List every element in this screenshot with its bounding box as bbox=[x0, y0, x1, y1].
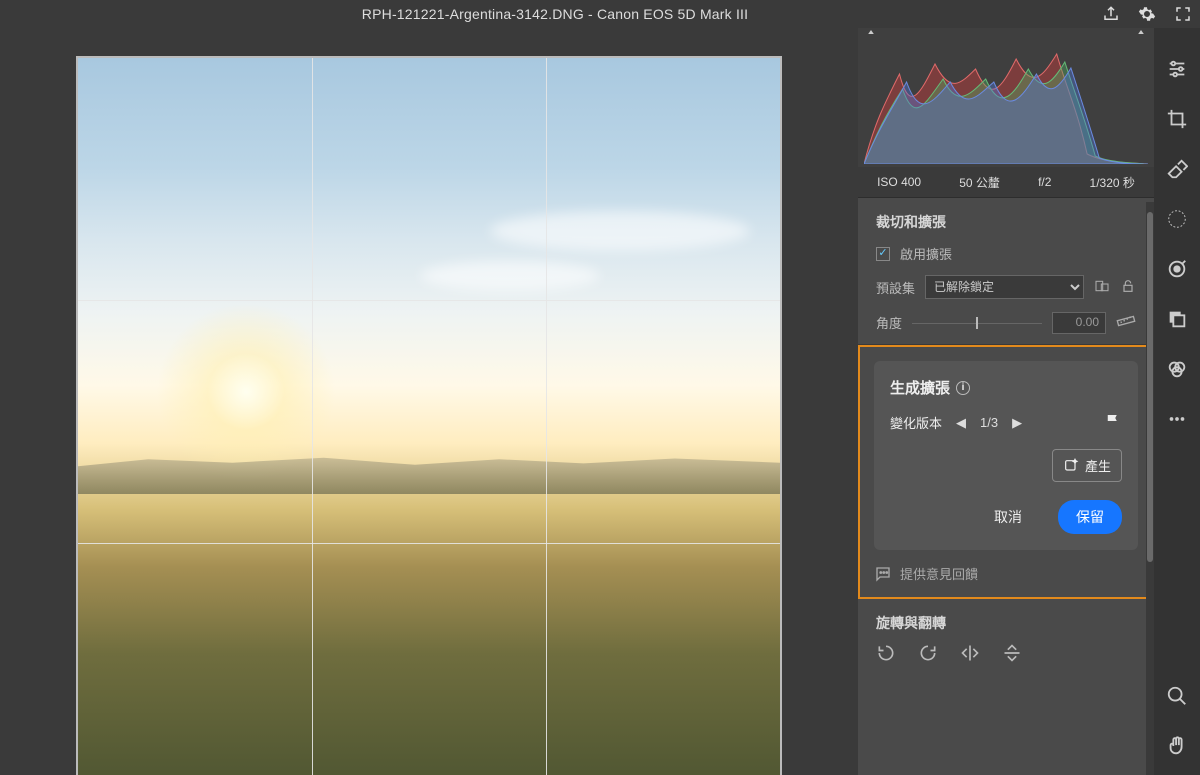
grid-line bbox=[78, 543, 780, 544]
meta-iso: ISO 400 bbox=[877, 175, 921, 189]
eraser-icon[interactable] bbox=[1166, 158, 1188, 180]
rotate-cw-icon[interactable] bbox=[918, 643, 938, 666]
sparkle-icon bbox=[1063, 458, 1079, 474]
generative-expand-card: 生成擴張 i 變化版本 ◀ 1/3 ▶ bbox=[874, 361, 1138, 550]
gear-icon[interactable] bbox=[1138, 5, 1156, 23]
grid-line bbox=[546, 58, 547, 775]
keep-button[interactable]: 保留 bbox=[1058, 500, 1122, 534]
angle-label: 角度 bbox=[876, 313, 902, 332]
histogram[interactable] bbox=[864, 34, 1148, 164]
meta-shutter: 1/320 秒 bbox=[1090, 174, 1135, 191]
sliders-icon[interactable] bbox=[1166, 58, 1188, 80]
rotate-ccw-icon[interactable] bbox=[876, 643, 896, 666]
feedback-link[interactable]: 提供意見回饋 bbox=[874, 564, 1138, 583]
feedback-label: 提供意見回饋 bbox=[900, 564, 978, 583]
next-variation-icon[interactable]: ▶ bbox=[1012, 415, 1022, 431]
image-canvas-area[interactable] bbox=[0, 28, 858, 775]
export-icon[interactable] bbox=[1102, 5, 1120, 23]
rotate-flip-section: 旋轉與翻轉 bbox=[858, 599, 1154, 666]
tool-strip bbox=[1154, 28, 1200, 775]
variation-label: 變化版本 bbox=[890, 413, 942, 432]
gen-expand-title: 生成擴張 bbox=[890, 377, 950, 398]
cancel-button[interactable]: 取消 bbox=[976, 500, 1040, 534]
angle-slider[interactable] bbox=[912, 319, 1042, 327]
angle-value[interactable]: 0.00 bbox=[1052, 312, 1106, 334]
variation-counter: 1/3 bbox=[980, 415, 998, 430]
radial-mask-icon[interactable] bbox=[1166, 208, 1188, 230]
color-grading-icon[interactable] bbox=[1166, 358, 1188, 380]
info-icon[interactable]: i bbox=[956, 381, 970, 395]
generative-expand-highlight: 生成擴張 i 變化版本 ◀ 1/3 ▶ bbox=[858, 345, 1154, 599]
fullscreen-icon[interactable] bbox=[1174, 5, 1192, 23]
straighten-icon[interactable] bbox=[1116, 311, 1136, 334]
scrollbar-thumb[interactable] bbox=[1147, 212, 1153, 562]
generate-label: 產生 bbox=[1085, 456, 1111, 475]
right-panel: ISO 400 50 公釐 f/2 1/320 秒 裁切和擴張 啟用擴張 預設集 bbox=[858, 28, 1154, 775]
crop-tool-icon[interactable] bbox=[1166, 108, 1188, 130]
preset-label: 預設集 bbox=[876, 278, 915, 297]
chat-icon bbox=[874, 565, 892, 583]
more-icon[interactable] bbox=[1166, 408, 1188, 430]
crop-frame[interactable] bbox=[76, 56, 782, 775]
aspect-preset-select[interactable]: 已解除鎖定 bbox=[925, 275, 1084, 299]
crop-expand-section: 裁切和擴張 啟用擴張 預設集 已解除鎖定 bbox=[858, 198, 1154, 345]
redeye-icon[interactable] bbox=[1166, 258, 1188, 280]
enable-expand-checkbox[interactable] bbox=[876, 247, 890, 261]
section-title: 裁切和擴張 bbox=[876, 212, 946, 232]
window-titlebar: RPH-121221-Argentina-3142.DNG - Canon EO… bbox=[0, 0, 1200, 28]
flip-vertical-icon[interactable] bbox=[1002, 643, 1022, 666]
swap-orientation-icon[interactable] bbox=[1094, 278, 1110, 297]
prev-variation-icon[interactable]: ◀ bbox=[956, 415, 966, 431]
flag-icon[interactable] bbox=[1104, 412, 1122, 433]
flip-horizontal-icon[interactable] bbox=[960, 643, 980, 666]
enable-expand-label: 啟用擴張 bbox=[900, 244, 952, 263]
panel-scrollbar[interactable] bbox=[1146, 202, 1154, 775]
document-title: RPH-121221-Argentina-3142.DNG - Canon EO… bbox=[8, 6, 1102, 22]
grid-line bbox=[312, 58, 313, 775]
grid-line bbox=[78, 300, 780, 301]
generate-button[interactable]: 產生 bbox=[1052, 449, 1122, 482]
rotate-heading: 旋轉與翻轉 bbox=[876, 613, 1136, 633]
hand-icon[interactable] bbox=[1166, 735, 1188, 757]
layers-icon[interactable] bbox=[1166, 308, 1188, 330]
lock-icon[interactable] bbox=[1120, 278, 1136, 297]
histogram-section[interactable]: ISO 400 50 公釐 f/2 1/320 秒 bbox=[858, 28, 1154, 198]
zoom-icon[interactable] bbox=[1166, 685, 1188, 707]
meta-focal: 50 公釐 bbox=[959, 174, 1000, 191]
meta-aperture: f/2 bbox=[1038, 175, 1051, 189]
